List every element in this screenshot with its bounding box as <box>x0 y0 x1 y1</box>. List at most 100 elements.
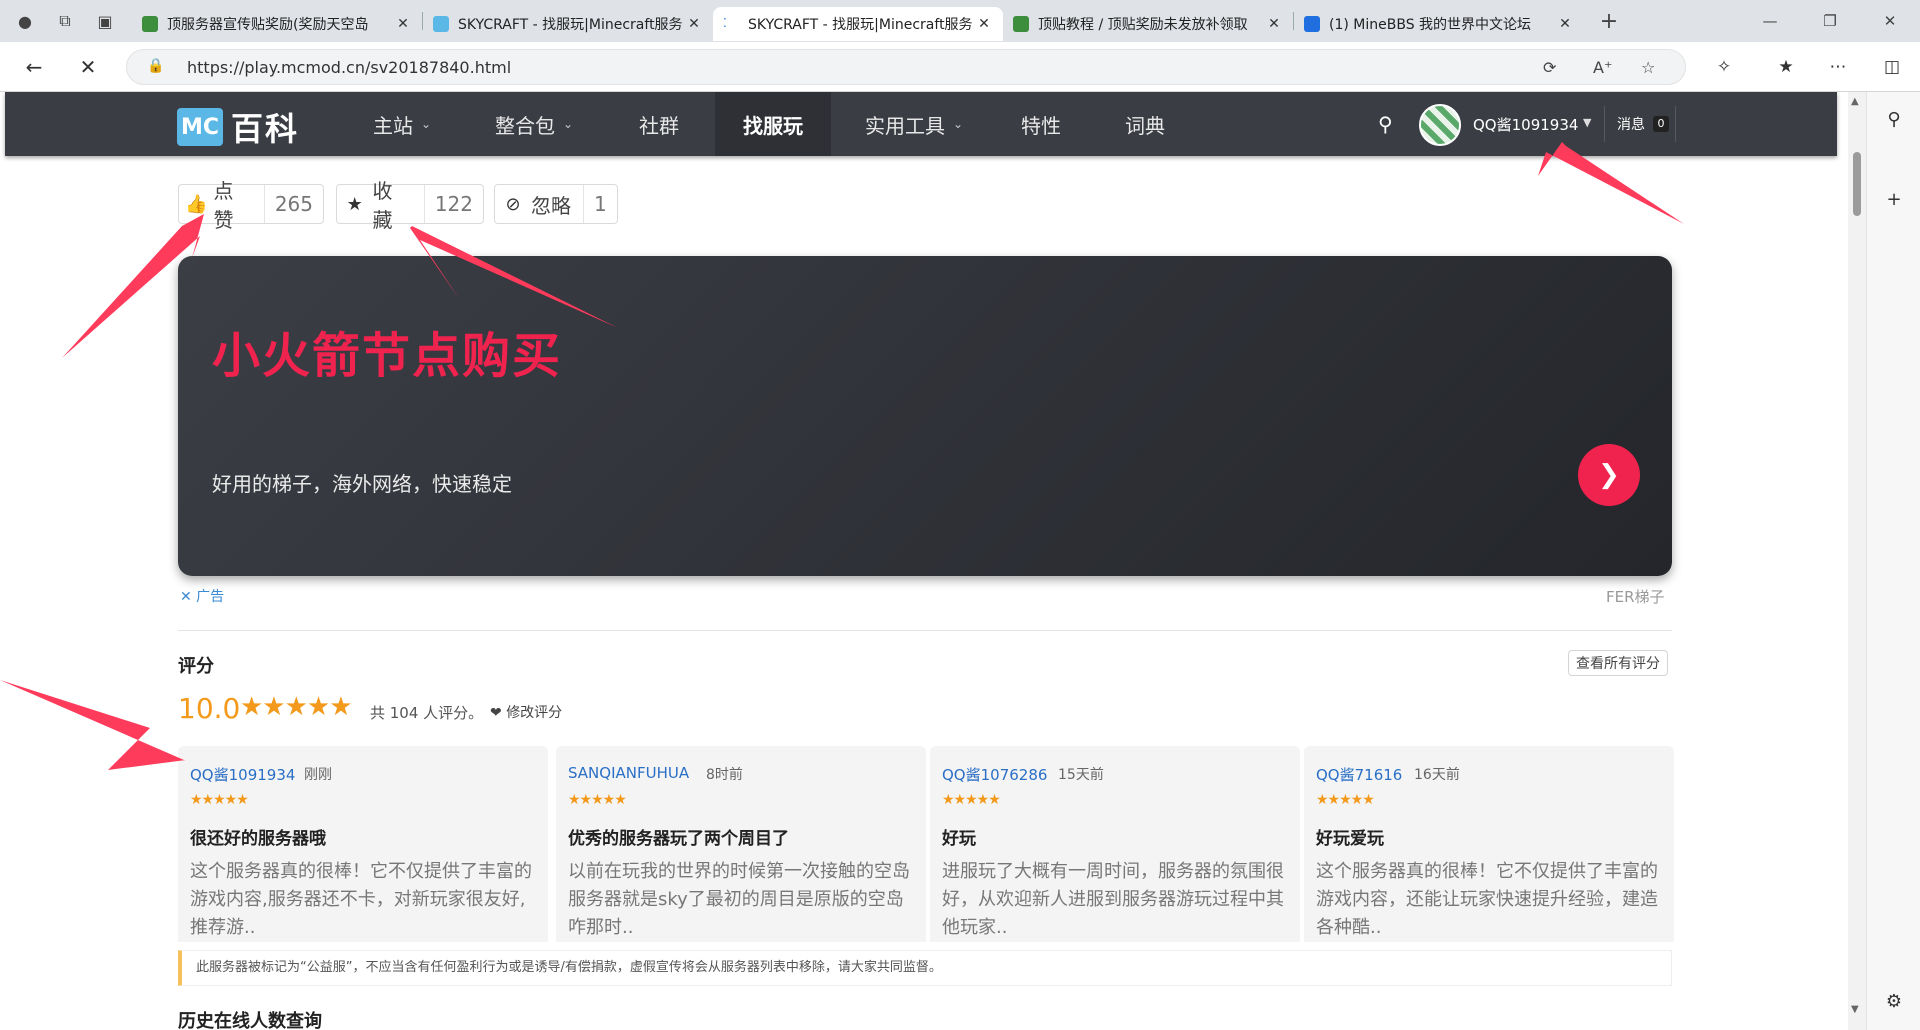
search-icon[interactable]: ⚲ <box>1378 112 1393 136</box>
tab-title: SKYCRAFT - 找服玩|Minecraft服务 <box>748 17 973 33</box>
tab-title: 顶贴教程 / 顶贴奖励未发放补领取 <box>1038 17 1248 33</box>
ad-brand[interactable]: FER梯子 <box>1606 586 1665 607</box>
site-favicon-icon <box>1013 16 1029 32</box>
review-title: 好玩爱玩 <box>1316 829 1384 849</box>
close-tab-icon[interactable]: ✕ <box>394 16 412 32</box>
favorite-count: 122 <box>423 185 483 223</box>
view-all-ratings-button[interactable]: 查看所有评分 <box>1568 650 1668 676</box>
site-logo[interactable]: MC 百科 <box>177 104 299 150</box>
username[interactable]: QQ酱1091934 <box>1473 114 1578 135</box>
browser-tab[interactable]: 顶服务器宣传贴奖励(奖励天空岛 ✕ <box>132 7 422 41</box>
favorite-button[interactable]: ★ 收藏 122 <box>336 179 484 232</box>
page-scrollbar[interactable]: ▲ ▼ <box>1848 92 1866 1030</box>
tab-actions-icon[interactable]: ▣ <box>90 6 120 36</box>
browser-tab[interactable]: 顶贴教程 / 顶贴奖励未发放补领取 ✕ <box>1003 7 1293 41</box>
profile-icon[interactable]: ● <box>10 6 40 36</box>
scroll-down-icon[interactable]: ▼ <box>1851 1004 1859 1015</box>
nav-label: 实用工具 <box>865 113 945 138</box>
review-username[interactable]: SANQIANFUHUA <box>568 764 689 782</box>
ad-banner[interactable]: 小火箭节点购买 好用的梯子，海外网络，快速稳定 ❯ <box>178 256 1672 576</box>
nav-item-modpacks[interactable]: 整合包 ⌄ <box>477 92 591 156</box>
review-username[interactable]: QQ酱71616 <box>1316 764 1402 785</box>
scrollbar-thumb[interactable] <box>1853 152 1861 216</box>
minimize-icon[interactable]: — <box>1740 0 1800 42</box>
avatar[interactable] <box>1419 104 1461 146</box>
back-icon[interactable]: ← <box>18 52 50 82</box>
search-icon[interactable]: ⚲ <box>1881 106 1907 132</box>
more-options-icon[interactable]: ⋯ <box>1824 54 1852 80</box>
nav-label: 社群 <box>639 113 679 138</box>
close-tab-icon[interactable]: ✕ <box>685 16 703 32</box>
thumbs-up-icon: 👍 <box>185 193 208 215</box>
favorite-star-icon[interactable]: ☆ <box>1641 58 1655 77</box>
sidebar-toggle-icon[interactable]: ◫ <box>1878 54 1906 80</box>
stop-loading-icon[interactable]: ✕ <box>72 52 104 82</box>
review-username[interactable]: QQ酱1076286 <box>942 764 1047 785</box>
ignore-count: 1 <box>583 185 617 223</box>
tab-title: 顶服务器宣传贴奖励(奖励天空岛 <box>167 17 369 33</box>
like-count: 265 <box>263 185 323 223</box>
read-aloud-icon[interactable]: A⁺ <box>1593 58 1612 77</box>
workspaces-icon[interactable]: ⧉ <box>50 6 80 36</box>
address-bar[interactable]: 🔒 https://play.mcmod.cn/sv20187840.html … <box>126 49 1686 85</box>
review-body: 这个服务器真的很棒！它不仅提供了丰富的游戏内容，还能让玩家快速提升经验，建造各种… <box>1316 861 1658 938</box>
nav-label: 找服玩 <box>743 113 803 138</box>
like-button[interactable]: 👍 点赞 265 <box>178 179 324 232</box>
eye-off-icon: ⊘ <box>505 193 521 215</box>
review-card[interactable]: QQ酱1091934 刚刚 ★★★★★ 很还好的服务器哦 这个服务器真的很棒！它… <box>178 746 548 942</box>
messages-link[interactable]: 消息 <box>1617 114 1645 134</box>
browser-sidebar: ⚲ + ⚙ <box>1866 92 1920 1030</box>
rating-stars: ★★★★★ <box>240 692 353 722</box>
review-time: 16天前 <box>1414 767 1460 783</box>
new-tab-icon[interactable]: + <box>1592 9 1626 34</box>
lock-icon[interactable]: 🔒 <box>147 58 164 74</box>
chevron-right-icon[interactable]: ❯ <box>1578 444 1640 506</box>
nav-item-main[interactable]: 主站 ⌄ <box>355 92 449 156</box>
review-time: 15天前 <box>1058 767 1104 783</box>
nav-item-dictionary[interactable]: 词典 <box>1107 92 1183 156</box>
chevron-down-icon: ⌄ <box>953 117 964 131</box>
nav-item-features[interactable]: 特性 <box>1003 92 1079 156</box>
review-title: 优秀的服务器玩了两个周目了 <box>568 829 789 849</box>
scroll-up-icon[interactable]: ▲ <box>1851 96 1859 107</box>
restore-icon[interactable]: ❐ <box>1800 0 1860 42</box>
rating-section-title: 评分 <box>178 656 214 677</box>
close-window-icon[interactable]: ✕ <box>1860 0 1920 42</box>
review-body: 这个服务器真的很棒！它不仅提供了丰富的游戏内容,服务器还不卡，对新玩家很友好,推… <box>190 861 532 938</box>
review-title: 很还好的服务器哦 <box>190 829 326 849</box>
review-username[interactable]: QQ酱1091934 <box>190 764 295 785</box>
review-card[interactable]: QQ酱71616 16天前 ★★★★★ 好玩爱玩 这个服务器真的很棒！它不仅提供… <box>1304 746 1674 942</box>
browser-tab[interactable]: SKYCRAFT - 找服玩|Minecraft服务 ✕ <box>423 7 713 41</box>
browser-tab-strip: ● ⧉ ▣ 顶服务器宣传贴奖励(奖励天空岛 ✕ SKYCRAFT - 找服玩|M… <box>0 0 1920 42</box>
close-tab-icon[interactable]: ✕ <box>975 16 993 32</box>
nav-item-find-server[interactable]: 找服玩 <box>715 92 831 156</box>
close-tab-icon[interactable]: ✕ <box>1265 16 1283 32</box>
ignore-button[interactable]: ⊘ 忽略 1 <box>494 184 618 224</box>
chevron-down-icon[interactable]: ▼ <box>1583 116 1591 129</box>
nav-label: 主站 <box>373 113 413 138</box>
history-section-title: 历史在线人数查询 <box>178 1011 322 1030</box>
edit-rating-link[interactable]: ❤ 修改评分 <box>490 702 562 722</box>
public-server-notice: 此服务器被标记为“公益服”，不应当含有任何盈利行为或是诱导/有偿捐款，虚假宣传将… <box>178 950 1672 986</box>
review-card[interactable]: QQ酱1076286 15天前 ★★★★★ 好玩 进服玩了大概有一周时间，服务器… <box>930 746 1300 942</box>
browser-tab[interactable]: (1) MineBBS 我的世界中文论坛 ✕ <box>1294 7 1584 41</box>
gear-icon[interactable]: ⚙ <box>1881 988 1907 1014</box>
edit-rating-label: 修改评分 <box>506 705 563 721</box>
review-card[interactable]: SANQIANFUHUA 8时前 ★★★★★ 优秀的服务器玩了两个周目了 以前在… <box>556 746 926 942</box>
logo-text: 百科 <box>231 110 300 148</box>
extensions-icon[interactable]: ✧ <box>1710 54 1738 80</box>
nav-item-tools[interactable]: 实用工具 ⌄ <box>847 92 981 156</box>
browser-tab-active[interactable]: ⁚ SKYCRAFT - 找服玩|Minecraft服务 ✕ <box>713 7 1003 41</box>
refresh-page-icon[interactable]: ⟳ <box>1543 58 1556 77</box>
review-stars: ★★★★★ <box>568 792 627 808</box>
divider <box>1675 106 1676 142</box>
close-tab-icon[interactable]: ✕ <box>1556 16 1574 32</box>
ad-subtitle: 好用的梯子，海外网络，快速稳定 <box>212 472 512 496</box>
tab-title: (1) MineBBS 我的世界中文论坛 <box>1329 17 1532 33</box>
add-icon[interactable]: + <box>1881 186 1907 212</box>
nav-item-community[interactable]: 社群 <box>621 92 697 156</box>
favorites-icon[interactable]: ★ <box>1772 54 1800 80</box>
heart-icon: ❤ <box>490 705 502 721</box>
ad-close-button[interactable]: ✕ 广告 <box>180 586 224 606</box>
ad-headline: 小火箭节点购买 <box>212 328 563 384</box>
